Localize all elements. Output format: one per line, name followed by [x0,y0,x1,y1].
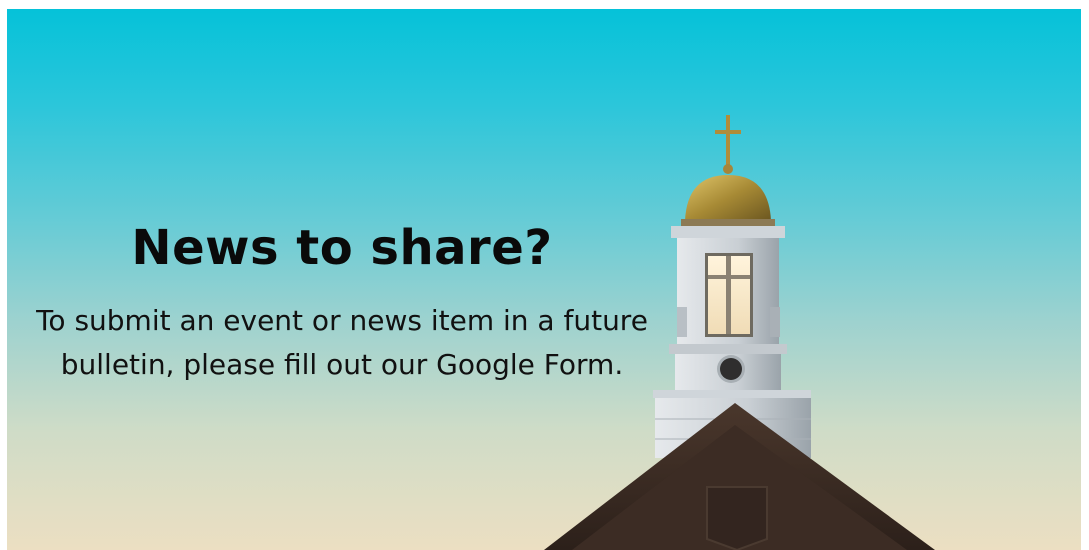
cross-icon [715,115,741,174]
church-steeple-image [544,115,935,550]
gold-dome [681,175,775,226]
church-roof [544,403,935,550]
page-frame: News to share? To submit an event or new… [0,0,1089,550]
headline: News to share? [131,220,553,276]
news-banner: News to share? To submit an event or new… [7,9,1081,550]
submission-instructions: To submit an event or news item in a fut… [36,304,648,381]
